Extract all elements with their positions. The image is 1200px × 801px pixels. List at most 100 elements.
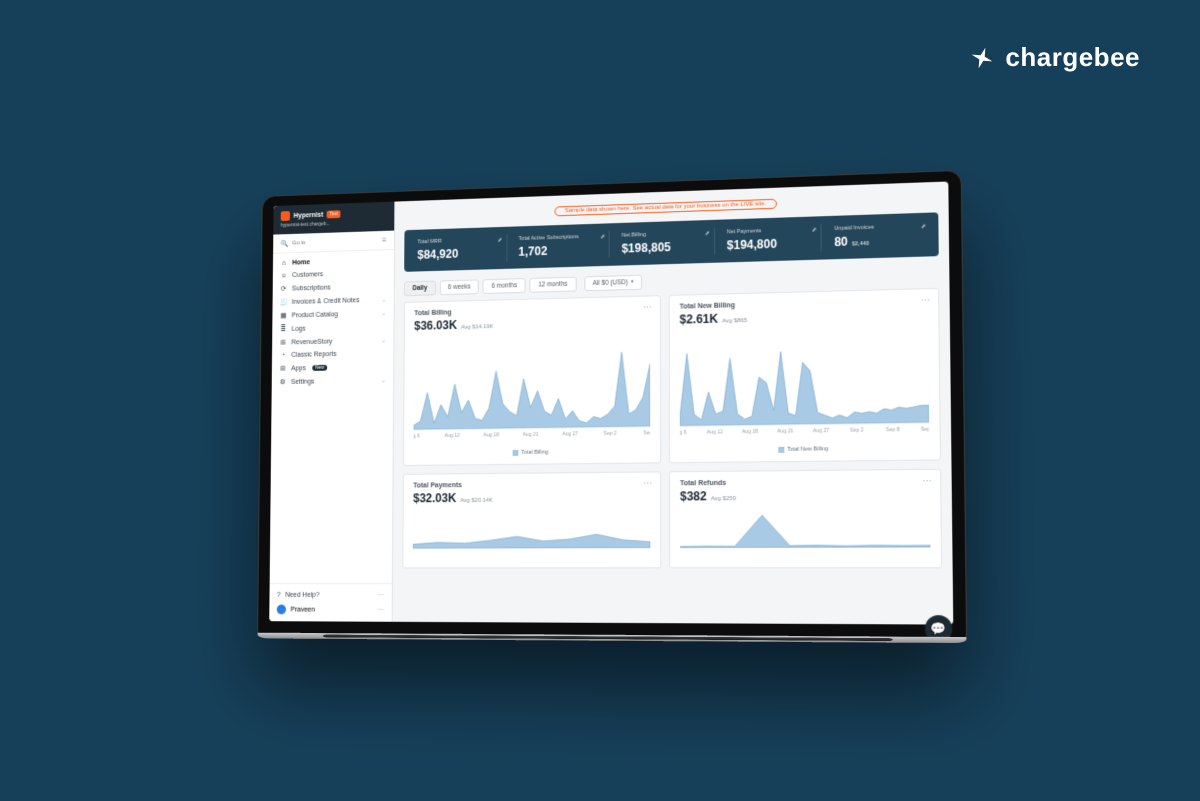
chat-icon: 💬 — [931, 621, 947, 624]
more-icon[interactable]: ⋯ — [643, 478, 652, 489]
brand-name: chargebee — [1005, 42, 1140, 73]
kpi-net-payments[interactable]: ⬈ Net Payments $194,800 — [721, 224, 822, 254]
chart-legend: Total New Billing — [680, 444, 929, 453]
sidebar-item-settings[interactable]: ⚙ Settings ⌄ — [272, 373, 394, 389]
svg-text:Aug 18: Aug 18 — [742, 428, 758, 434]
svg-text:Aug 6: Aug 6 — [414, 432, 421, 438]
svg-text:Aug 12: Aug 12 — [707, 428, 723, 434]
kpi-net-billing[interactable]: ⬈ Net Billing $198,805 — [616, 227, 715, 257]
chart-value: $32.03KAvg $20.14K — [413, 489, 650, 505]
chart-card-total-payments: ⋯ Total Payments $32.03KAvg $20.14K — [402, 471, 661, 568]
chart-card-total-new-billing: ⋯ Total New Billing $2.61KAvg $865 Aug 6… — [669, 287, 941, 463]
tab-6-weeks[interactable]: 6 weeks — [439, 279, 479, 295]
kpi-label: Total MRR — [417, 236, 500, 245]
nav-label: Apps — [291, 364, 306, 371]
menu-icon[interactable]: ≡ — [382, 235, 386, 244]
svg-text:Aug 27: Aug 27 — [813, 427, 830, 433]
laptop-mockup: Hypernist Test hypernist-test.chargeb...… — [257, 169, 967, 656]
chevron-down-icon: ⌄ — [382, 296, 387, 303]
kpi-total-active-subscriptions[interactable]: ⬈ Total Active Subscriptions 1,702 — [513, 231, 610, 260]
tab-daily[interactable]: Daily — [404, 280, 436, 295]
nav-label: RevenueStory — [291, 338, 332, 346]
svg-text:Sep 8: Sep 8 — [886, 426, 900, 432]
brand-logo: chargebee — [969, 42, 1140, 73]
sidebar: Hypernist Test hypernist-test.chargeb...… — [269, 201, 395, 621]
search-input[interactable] — [292, 237, 378, 246]
chevron-down-icon: ⌄ — [381, 376, 386, 383]
chargebee-icon — [969, 45, 995, 71]
user-menu[interactable]: Praveen ⋯ — [277, 601, 385, 617]
kpi-value: 1,702 — [519, 241, 604, 257]
nav-label: Customers — [292, 271, 323, 279]
chart-card-total-refunds: ⋯ Total Refunds $382Avg $259 — [669, 468, 942, 568]
more-icon[interactable]: ⋯ — [643, 301, 652, 312]
nav-icon: 🧾 — [280, 298, 287, 306]
help-link[interactable]: ? Need Help? ⋯ — [277, 587, 384, 601]
more-icon[interactable]: ⋯ — [922, 476, 932, 487]
kpi-label: Total Active Subscriptions — [519, 233, 604, 242]
env-badge: Test — [327, 210, 341, 218]
more-icon[interactable]: ⋯ — [378, 591, 385, 599]
svg-text:Aug 18: Aug 18 — [483, 431, 499, 437]
app-screen: Hypernist Test hypernist-test.chargeb...… — [269, 181, 953, 624]
nav-label: Subscriptions — [292, 284, 331, 292]
chart-legend: Total Billing — [413, 447, 650, 456]
nav-icon: ⚙ — [279, 378, 286, 386]
nav-icon: ◔ — [279, 352, 286, 359]
kpi-value: $198,805 — [622, 238, 708, 255]
avatar — [277, 604, 286, 614]
kpi-value: 80$2,440 — [834, 231, 924, 248]
chart-plot: Aug 6Aug 12Aug 18Aug 21Aug 27Sep 2Sep 8 — [414, 330, 651, 443]
nav-label: Settings — [291, 378, 314, 385]
chevron-down-icon: ⌄ — [381, 336, 386, 343]
tab-12-months[interactable]: 12 months — [530, 276, 577, 292]
kpi-value: $194,800 — [727, 235, 815, 252]
kpi-label: Net Payments — [727, 226, 815, 235]
more-icon[interactable]: ⋯ — [921, 294, 930, 305]
chart-avg: Avg $865 — [722, 317, 747, 324]
nav-icon: ≣ — [280, 325, 287, 333]
help-icon: ? — [277, 591, 281, 598]
kpi-total-mrr[interactable]: ⬈ Total MRR $84,920 — [412, 234, 507, 263]
tab-6-months[interactable]: 6 months — [483, 277, 526, 293]
chart-title: Total Refunds — [680, 478, 930, 487]
nav-icon: ⊞ — [279, 364, 286, 372]
chart-plot — [680, 501, 930, 553]
workspace-switcher[interactable]: Hypernist Test hypernist-test.chargeb... — [273, 201, 394, 234]
currency-selector[interactable]: All $0 (USD)▾ — [584, 274, 642, 290]
charts-grid: ⋯ Total Billing $36.03KAvg $14.19K Aug 6… — [402, 287, 942, 568]
user-name: Praveen — [291, 606, 315, 613]
nav-label: Product Catalog — [292, 310, 338, 318]
chevron-down-icon: ▾ — [631, 279, 633, 285]
new-badge: New — [312, 364, 327, 370]
sidebar-nav: ⌂ Home ☺ Customers ⟳ Subscriptions 🧾 Inv… — [270, 249, 394, 582]
svg-text:Sep 2: Sep 2 — [850, 426, 864, 432]
chart-avg: Avg $259 — [711, 496, 736, 502]
nav-icon: ⟳ — [280, 284, 287, 292]
chevron-down-icon: ⌄ — [381, 309, 386, 316]
workspace-name: Hypernist — [294, 211, 324, 219]
chart-title: Total Payments — [413, 480, 650, 489]
nav-icon: ☺ — [280, 272, 287, 279]
nav-icon: ⌂ — [280, 259, 287, 266]
svg-text:Sep 2: Sep 2 — [603, 430, 616, 436]
chart-avg: Avg $14.19K — [461, 323, 494, 330]
nav-label: Invoices & Credit Notes — [292, 296, 360, 305]
chart-value: $382Avg $259 — [680, 487, 930, 503]
workspace-logo-icon — [281, 211, 290, 221]
svg-text:Aug 27: Aug 27 — [562, 430, 578, 436]
chat-fab[interactable]: 💬 — [925, 615, 953, 625]
nav-icon: ⊞ — [279, 338, 286, 346]
svg-text:Sep 8: Sep 8 — [644, 429, 651, 435]
help-label: Need Help? — [285, 591, 319, 598]
more-icon[interactable]: ⋯ — [378, 605, 385, 613]
kpi-value: $84,920 — [417, 245, 500, 261]
nav-label: Logs — [292, 325, 306, 332]
chart-plot: Aug 6Aug 12Aug 18Aug 21Aug 27Sep 2Sep 8S… — [680, 324, 930, 440]
chart-card-total-billing: ⋯ Total Billing $36.03KAvg $14.19K Aug 6… — [403, 294, 661, 465]
svg-text:Sep 10: Sep 10 — [921, 425, 930, 431]
svg-text:Aug 6: Aug 6 — [680, 429, 687, 435]
kpi-unpaid-invoices[interactable]: ⬈ Unpaid Invoices 80$2,440 — [828, 220, 930, 250]
search-icon: 🔍 — [280, 239, 288, 247]
kpi-label: Unpaid Invoices — [834, 223, 924, 233]
